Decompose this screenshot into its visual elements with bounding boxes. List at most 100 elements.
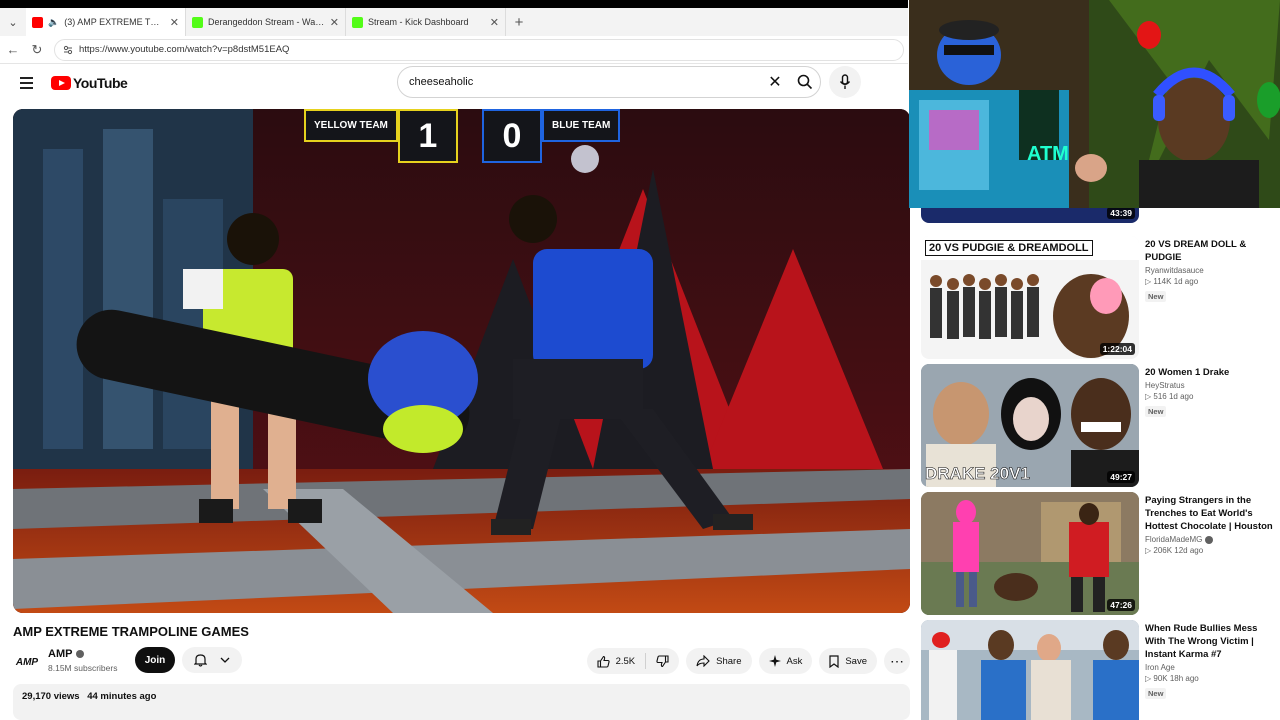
- new-tab-plus-icon[interactable]: +: [506, 14, 532, 31]
- tab-kick-dashboard[interactable]: Stream - Kick Dashboard ✕: [346, 8, 506, 36]
- duration-badge: 43:39: [1107, 208, 1135, 219]
- subscription-bell-button[interactable]: [182, 647, 242, 673]
- url-text: https://www.youtube.com/watch?v=p8dstM51…: [79, 44, 290, 55]
- url-field[interactable]: https://www.youtube.com/watch?v=p8dstM51…: [54, 38, 904, 61]
- related-info: When Rude Bullies Mess With The Wrong Vi…: [1145, 622, 1275, 701]
- ask-label: Ask: [786, 655, 803, 667]
- blue-team-score: 0: [482, 109, 542, 163]
- related-thumbnail[interactable]: 43:39: [921, 208, 1139, 223]
- address-bar-row: ← ↻ https://www.youtube.com/watch?v=p8ds…: [0, 36, 908, 64]
- youtube-header: YouTube ✕: [0, 64, 908, 104]
- related-title[interactable]: 20 VS DREAM DOLL & PUDGIE: [1145, 238, 1275, 264]
- related-video[interactable]: When Rude Bullies Mess With The Wrong Vi…: [921, 620, 1280, 720]
- clear-search-icon[interactable]: ✕: [760, 72, 790, 92]
- related-video[interactable]: 47:26 Paying Strangers in the Trenches t…: [921, 492, 1280, 615]
- related-meta: ▷ 516 1d ago: [1145, 392, 1194, 401]
- more-actions-icon[interactable]: ⋯: [884, 648, 910, 674]
- back-arrow-icon[interactable]: ←: [6, 42, 20, 57]
- related-video[interactable]: 43:39: [921, 208, 1280, 223]
- thumb-art: [921, 620, 1139, 720]
- related-channel[interactable]: FloridaMadeMG: [1145, 535, 1275, 544]
- related-meta: ▷ 90K 18h ago: [1145, 674, 1199, 683]
- related-channel[interactable]: HeyStratus: [1145, 381, 1275, 390]
- streamer-webcam: ATM: [909, 0, 1280, 208]
- logo-text: YouTube: [73, 75, 128, 91]
- kick-favicon-icon: [352, 16, 363, 28]
- thumbnail-text: DRAKE 20V1: [925, 464, 1030, 484]
- reload-icon[interactable]: ↻: [30, 42, 44, 58]
- channel-name-wrap[interactable]: AMP: [48, 648, 85, 660]
- video-player[interactable]: YELLOW TEAM 1 0 BLUE TEAM: [13, 109, 910, 613]
- youtube-play-icon: [51, 76, 71, 90]
- video-frame: [13, 109, 910, 613]
- duration-badge: 49:27: [1107, 471, 1135, 483]
- voice-search-button[interactable]: [829, 66, 861, 98]
- thumb-art: [921, 492, 1139, 615]
- youtube-logo[interactable]: YouTube: [51, 75, 128, 91]
- tab-list-chevron-icon[interactable]: ⌄: [0, 9, 26, 35]
- like-button[interactable]: 2.5K: [587, 653, 647, 669]
- search-input[interactable]: [409, 76, 760, 88]
- verified-check-icon: [1205, 535, 1214, 544]
- bell-icon: [194, 654, 208, 667]
- thumbnail-text: 20 VS PUDGIE & DREAMDOLL: [925, 240, 1093, 256]
- channel-name: AMP: [48, 648, 73, 660]
- join-button[interactable]: Join: [135, 647, 175, 673]
- related-title[interactable]: 20 Women 1 Drake: [1145, 366, 1275, 379]
- new-badge: New: [1145, 406, 1167, 417]
- browser-tab-bar: ⌄ 🔈 (3) AMP EXTREME TRAMPOLI ✕ Derangedd…: [0, 8, 908, 36]
- tab-kick-stream[interactable]: Derangeddon Stream - Watch Liv ✕: [186, 8, 346, 36]
- search-button[interactable]: [790, 67, 820, 97]
- related-thumbnail[interactable]: [921, 620, 1139, 720]
- save-button[interactable]: Save: [819, 648, 877, 674]
- bookmark-icon: [829, 654, 839, 668]
- yellow-team-label: YELLOW TEAM: [304, 109, 398, 142]
- related-channel[interactable]: Ryanwitdasauce: [1145, 266, 1275, 275]
- dislike-button[interactable]: [646, 654, 679, 668]
- duration-badge: 1:22:04: [1099, 343, 1135, 355]
- tab-title: (3) AMP EXTREME TRAMPOLI: [64, 17, 165, 27]
- related-info: 20 Women 1 Drake HeyStratus ▷ 516 1d ago…: [1145, 366, 1275, 419]
- blue-team-label: BLUE TEAM: [542, 109, 621, 142]
- duration-badge: 47:26: [1107, 599, 1135, 611]
- related-thumbnail[interactable]: DRAKE 20V1 49:27: [921, 364, 1139, 487]
- video-actions: 2.5K Share Ask Save ⋯: [586, 648, 910, 674]
- thumbs-up-icon: [597, 655, 610, 668]
- thumbs-down-icon: [656, 654, 669, 667]
- speaker-icon[interactable]: 🔈: [48, 17, 59, 28]
- video-title: AMP EXTREME TRAMPOLINE GAMES: [13, 624, 249, 639]
- channel-row: AMP AMP 8.15M subscribers Join 2.5K Shar…: [13, 647, 910, 677]
- tab-youtube[interactable]: 🔈 (3) AMP EXTREME TRAMPOLI ✕: [26, 8, 186, 36]
- close-icon[interactable]: ✕: [170, 16, 179, 29]
- related-video[interactable]: DRAKE 20V1 49:27 20 Women 1 Drake HeyStr…: [921, 364, 1280, 487]
- subscriber-count: 8.15M subscribers: [48, 663, 118, 673]
- related-thumbnail[interactable]: 20 VS PUDGIE & DREAMDOLL 1:22:04: [921, 236, 1139, 359]
- related-channel[interactable]: Iron Age: [1145, 663, 1275, 672]
- save-label: Save: [845, 655, 867, 667]
- related-info: 20 VS DREAM DOLL & PUDGIE Ryanwitdasauce…: [1145, 238, 1275, 304]
- ask-button[interactable]: Ask: [758, 648, 813, 674]
- related-video[interactable]: 20 VS PUDGIE & DREAMDOLL 1:22:04 20 VS D…: [921, 236, 1280, 359]
- related-meta: ▷ 114K 1d ago: [1145, 277, 1199, 286]
- share-arrow-icon: [696, 655, 710, 667]
- verified-check-icon: [76, 650, 85, 658]
- related-thumbnail[interactable]: 47:26: [921, 492, 1139, 615]
- related-title[interactable]: Paying Strangers in the Trenches to Eat …: [1145, 494, 1275, 533]
- menu-hamburger-icon[interactable]: [20, 77, 33, 89]
- view-count: 29,170 views: [22, 691, 80, 702]
- chevron-down-icon: [220, 657, 230, 663]
- channel-avatar[interactable]: AMP: [13, 650, 41, 674]
- related-title[interactable]: When Rude Bullies Mess With The Wrong Vi…: [1145, 622, 1275, 661]
- search-icon: [797, 74, 813, 90]
- search-box: ✕: [397, 66, 821, 98]
- upload-time: 44 minutes ago: [87, 691, 157, 702]
- sparkle-icon: [768, 655, 781, 667]
- site-info-icon[interactable]: [63, 45, 73, 55]
- youtube-favicon-icon: [32, 16, 43, 28]
- close-icon[interactable]: ✕: [490, 16, 499, 29]
- description-box[interactable]: 29,170 views 44 minutes ago: [13, 684, 910, 720]
- close-icon[interactable]: ✕: [330, 16, 339, 29]
- share-label: Share: [716, 655, 742, 667]
- channel-name: FloridaMadeMG: [1145, 535, 1203, 544]
- share-button[interactable]: Share: [686, 648, 752, 674]
